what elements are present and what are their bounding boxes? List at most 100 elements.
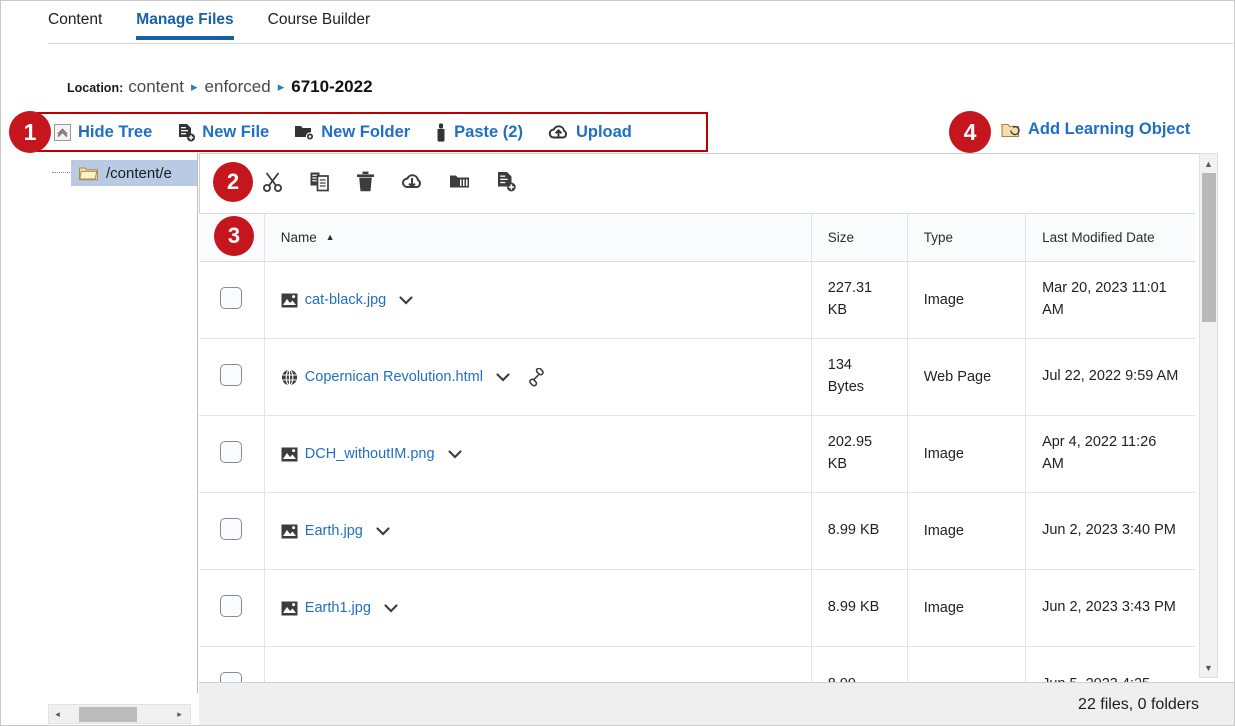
row-actions-chevron-down-icon[interactable] [384,603,398,613]
main-tabs: Content Manage Files Course Builder [48,1,1233,43]
column-header-type[interactable]: Type [907,213,1027,262]
table-row: Copernican Revolution.html 134 Bytes Web… [199,338,1195,416]
breadcrumb-separator-icon: ▸ [191,79,198,94]
file-name-link[interactable]: Copernican Revolution.html [305,369,483,385]
tree-horizontal-scrollbar[interactable]: ◂ ▸ [48,704,191,724]
scroll-down-arrow-icon[interactable]: ▼ [1200,659,1217,676]
file-name-link[interactable]: cat-black.jpg [305,292,386,308]
row-actions-chevron-down-icon[interactable] [399,295,413,305]
breadcrumb-separator-icon: ▸ [277,79,285,94]
breadcrumb-crumb-content[interactable]: content [128,77,184,97]
row-type-value: Image [923,523,964,539]
annotation-badge-3: 3 [214,216,254,256]
row-size-cell: 8.99 KB [811,492,908,570]
row-actions-chevron-down-icon[interactable] [376,526,390,536]
download-cloud-icon[interactable] [401,173,423,191]
row-date-value: Apr 4, 2022 11:26 AM [1042,434,1157,472]
row-date-value: Jun 2, 2023 3:43 PM [1042,599,1176,616]
row-date-value: Mar 20, 2023 11:01 AM [1042,280,1167,318]
upload-cloud-icon [548,124,569,141]
row-date-value: Jul 22, 2022 9:59 AM [1042,368,1179,385]
row-type-cell: Image [907,261,1027,339]
image-file-icon [281,447,298,462]
add-learning-object-button[interactable]: Add Learning Object [1001,120,1190,139]
paste-label: Paste (2) [454,122,523,141]
table-row: Earth.jpg 8.99 KB Image Jun 2, 2023 3:40… [199,492,1195,570]
row-date-cell: Jun 2, 2023 3:40 PM [1025,492,1195,570]
tab-course-builder[interactable]: Course Builder [268,1,371,39]
tree-node-label: /content/e [106,164,172,182]
row-checkbox[interactable] [220,287,243,309]
row-size-cell: 202.95 KB [811,415,908,493]
image-file-icon [281,293,298,308]
sort-ascending-icon: ▲ [325,232,335,242]
row-actions-chevron-down-icon[interactable] [447,449,462,459]
row-checkbox[interactable] [220,518,243,540]
image-file-icon [281,524,298,539]
horizontal-scroll-thumb[interactable] [79,707,137,722]
upload-button[interactable]: Upload [548,123,632,142]
row-size-value: 134 Bytes [827,357,865,395]
column-header-date[interactable]: Last Modified Date [1025,213,1195,262]
row-actions-chevron-down-icon[interactable] [496,372,510,382]
manage-files-page: Content Manage Files Course Builder Loca… [0,0,1235,726]
scroll-right-arrow-icon[interactable]: ▸ [171,705,188,723]
row-checkbox-cell[interactable] [199,415,265,493]
file-name-link[interactable]: Earth.jpg [305,523,363,539]
upload-label: Upload [575,122,632,141]
row-checkbox[interactable] [220,441,243,463]
row-checkbox-cell[interactable] [199,492,265,570]
row-checkbox-cell[interactable] [199,569,265,647]
tab-content[interactable]: Content [48,1,102,39]
row-date-cell: Jun 2, 2023 3:43 PM [1025,569,1195,647]
hide-tree-button[interactable]: Hide Tree [54,123,152,142]
tree-connector-line [52,172,70,173]
file-table: Name ▲ Size Type Last Modified Date cat-… [199,213,1195,724]
row-date-cell: Apr 4, 2022 11:26 AM [1025,415,1195,493]
row-type-cell: Image [907,415,1027,493]
cut-icon[interactable] [262,171,283,192]
row-checkbox-cell[interactable] [199,338,265,416]
file-name-link[interactable]: DCH_withoutIM.png [305,446,435,462]
column-header-size[interactable]: Size [811,213,908,262]
vertical-scroll-thumb[interactable] [1202,173,1216,322]
row-name-cell: Earth1.jpg [264,569,812,647]
move-to-folder-icon[interactable] [449,173,470,190]
row-checkbox[interactable] [220,595,243,617]
file-selection-toolbar [217,162,519,201]
annotation-badge-4: 4 [949,111,991,153]
row-checkbox-cell[interactable] [199,261,265,339]
column-header-name[interactable]: Name ▲ [264,213,812,262]
delete-trash-icon[interactable] [356,171,375,192]
new-file-small-icon[interactable] [496,171,516,192]
row-type-value: Image [923,292,964,308]
table-row: DCH_withoutIM.png 202.95 KB Image Apr 4,… [199,415,1195,493]
tabbar-divider [48,43,1233,44]
chain-link-icon[interactable] [527,367,546,387]
scroll-up-arrow-icon[interactable]: ▲ [1200,155,1217,172]
row-size-cell: 227.31 KB [811,261,908,339]
new-folder-label: New Folder [321,122,411,141]
row-size-value: 8.99 KB [827,522,880,539]
file-table-vertical-scrollbar[interactable]: ▲ ▼ [1199,153,1218,678]
scroll-left-arrow-icon[interactable]: ◂ [49,705,66,723]
new-folder-button[interactable]: New Folder [294,123,410,142]
new-file-button[interactable]: New File [177,123,269,142]
row-name-cell: cat-black.jpg [264,261,812,339]
file-name-link[interactable]: Earth1.jpg [305,600,371,616]
row-type-cell: Image [907,492,1027,570]
paste-button[interactable]: Paste (2) [435,123,523,142]
row-size-value: 202.95 KB [827,434,873,472]
file-count-label: 22 files, 0 folders [1078,695,1199,713]
row-checkbox[interactable] [220,364,243,386]
tab-manage-files[interactable]: Manage Files [136,1,234,40]
folder-tree-panel: /content/e [38,153,198,693]
copy-icon[interactable] [309,171,330,192]
image-file-icon [281,601,298,616]
breadcrumb-crumb-enforced[interactable]: enforced [205,77,271,97]
row-name-cell: DCH_withoutIM.png [264,415,812,493]
new-file-icon [177,123,196,142]
breadcrumb: Location: content ▸ enforced ▸ 6710-2022 [67,77,373,97]
tree-node-content-enforced[interactable]: /content/e [71,160,197,186]
folder-icon [79,166,98,181]
